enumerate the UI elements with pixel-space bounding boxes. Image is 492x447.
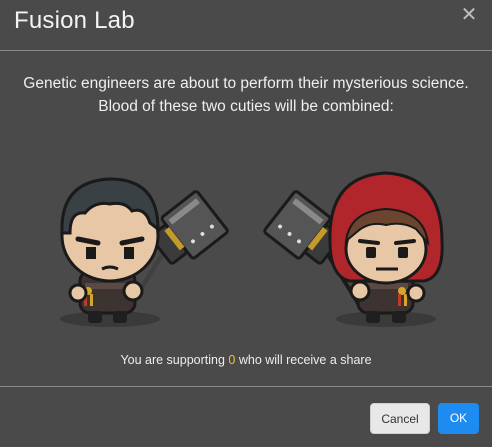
support-text: You are supporting 0 who will receive a … xyxy=(0,353,492,367)
intro-line-2: Blood of these two cuties will be combin… xyxy=(98,98,394,115)
dialog-header: Fusion Lab ✕ xyxy=(0,0,492,51)
ok-button[interactable]: OK xyxy=(438,403,479,434)
support-count: 0 xyxy=(228,353,236,367)
dialog-title: Fusion Lab xyxy=(14,7,135,34)
fusion-lab-dialog: Fusion Lab ✕ Genetic engineers are about… xyxy=(0,0,492,447)
support-suffix: who will receive a share xyxy=(238,353,372,367)
character-art xyxy=(60,171,444,327)
intro-text: Genetic engineers are about to perform t… xyxy=(0,72,492,118)
dialog-body: Genetic engineers are about to perform t… xyxy=(0,51,492,387)
intro-line-1: Genetic engineers are about to perform t… xyxy=(23,75,469,92)
close-icon[interactable]: ✕ xyxy=(460,5,478,25)
left-character xyxy=(60,177,229,327)
footer-divider xyxy=(0,386,492,387)
cancel-button[interactable]: Cancel xyxy=(370,403,430,434)
support-prefix: You are supporting xyxy=(120,353,225,367)
right-character xyxy=(263,171,444,327)
